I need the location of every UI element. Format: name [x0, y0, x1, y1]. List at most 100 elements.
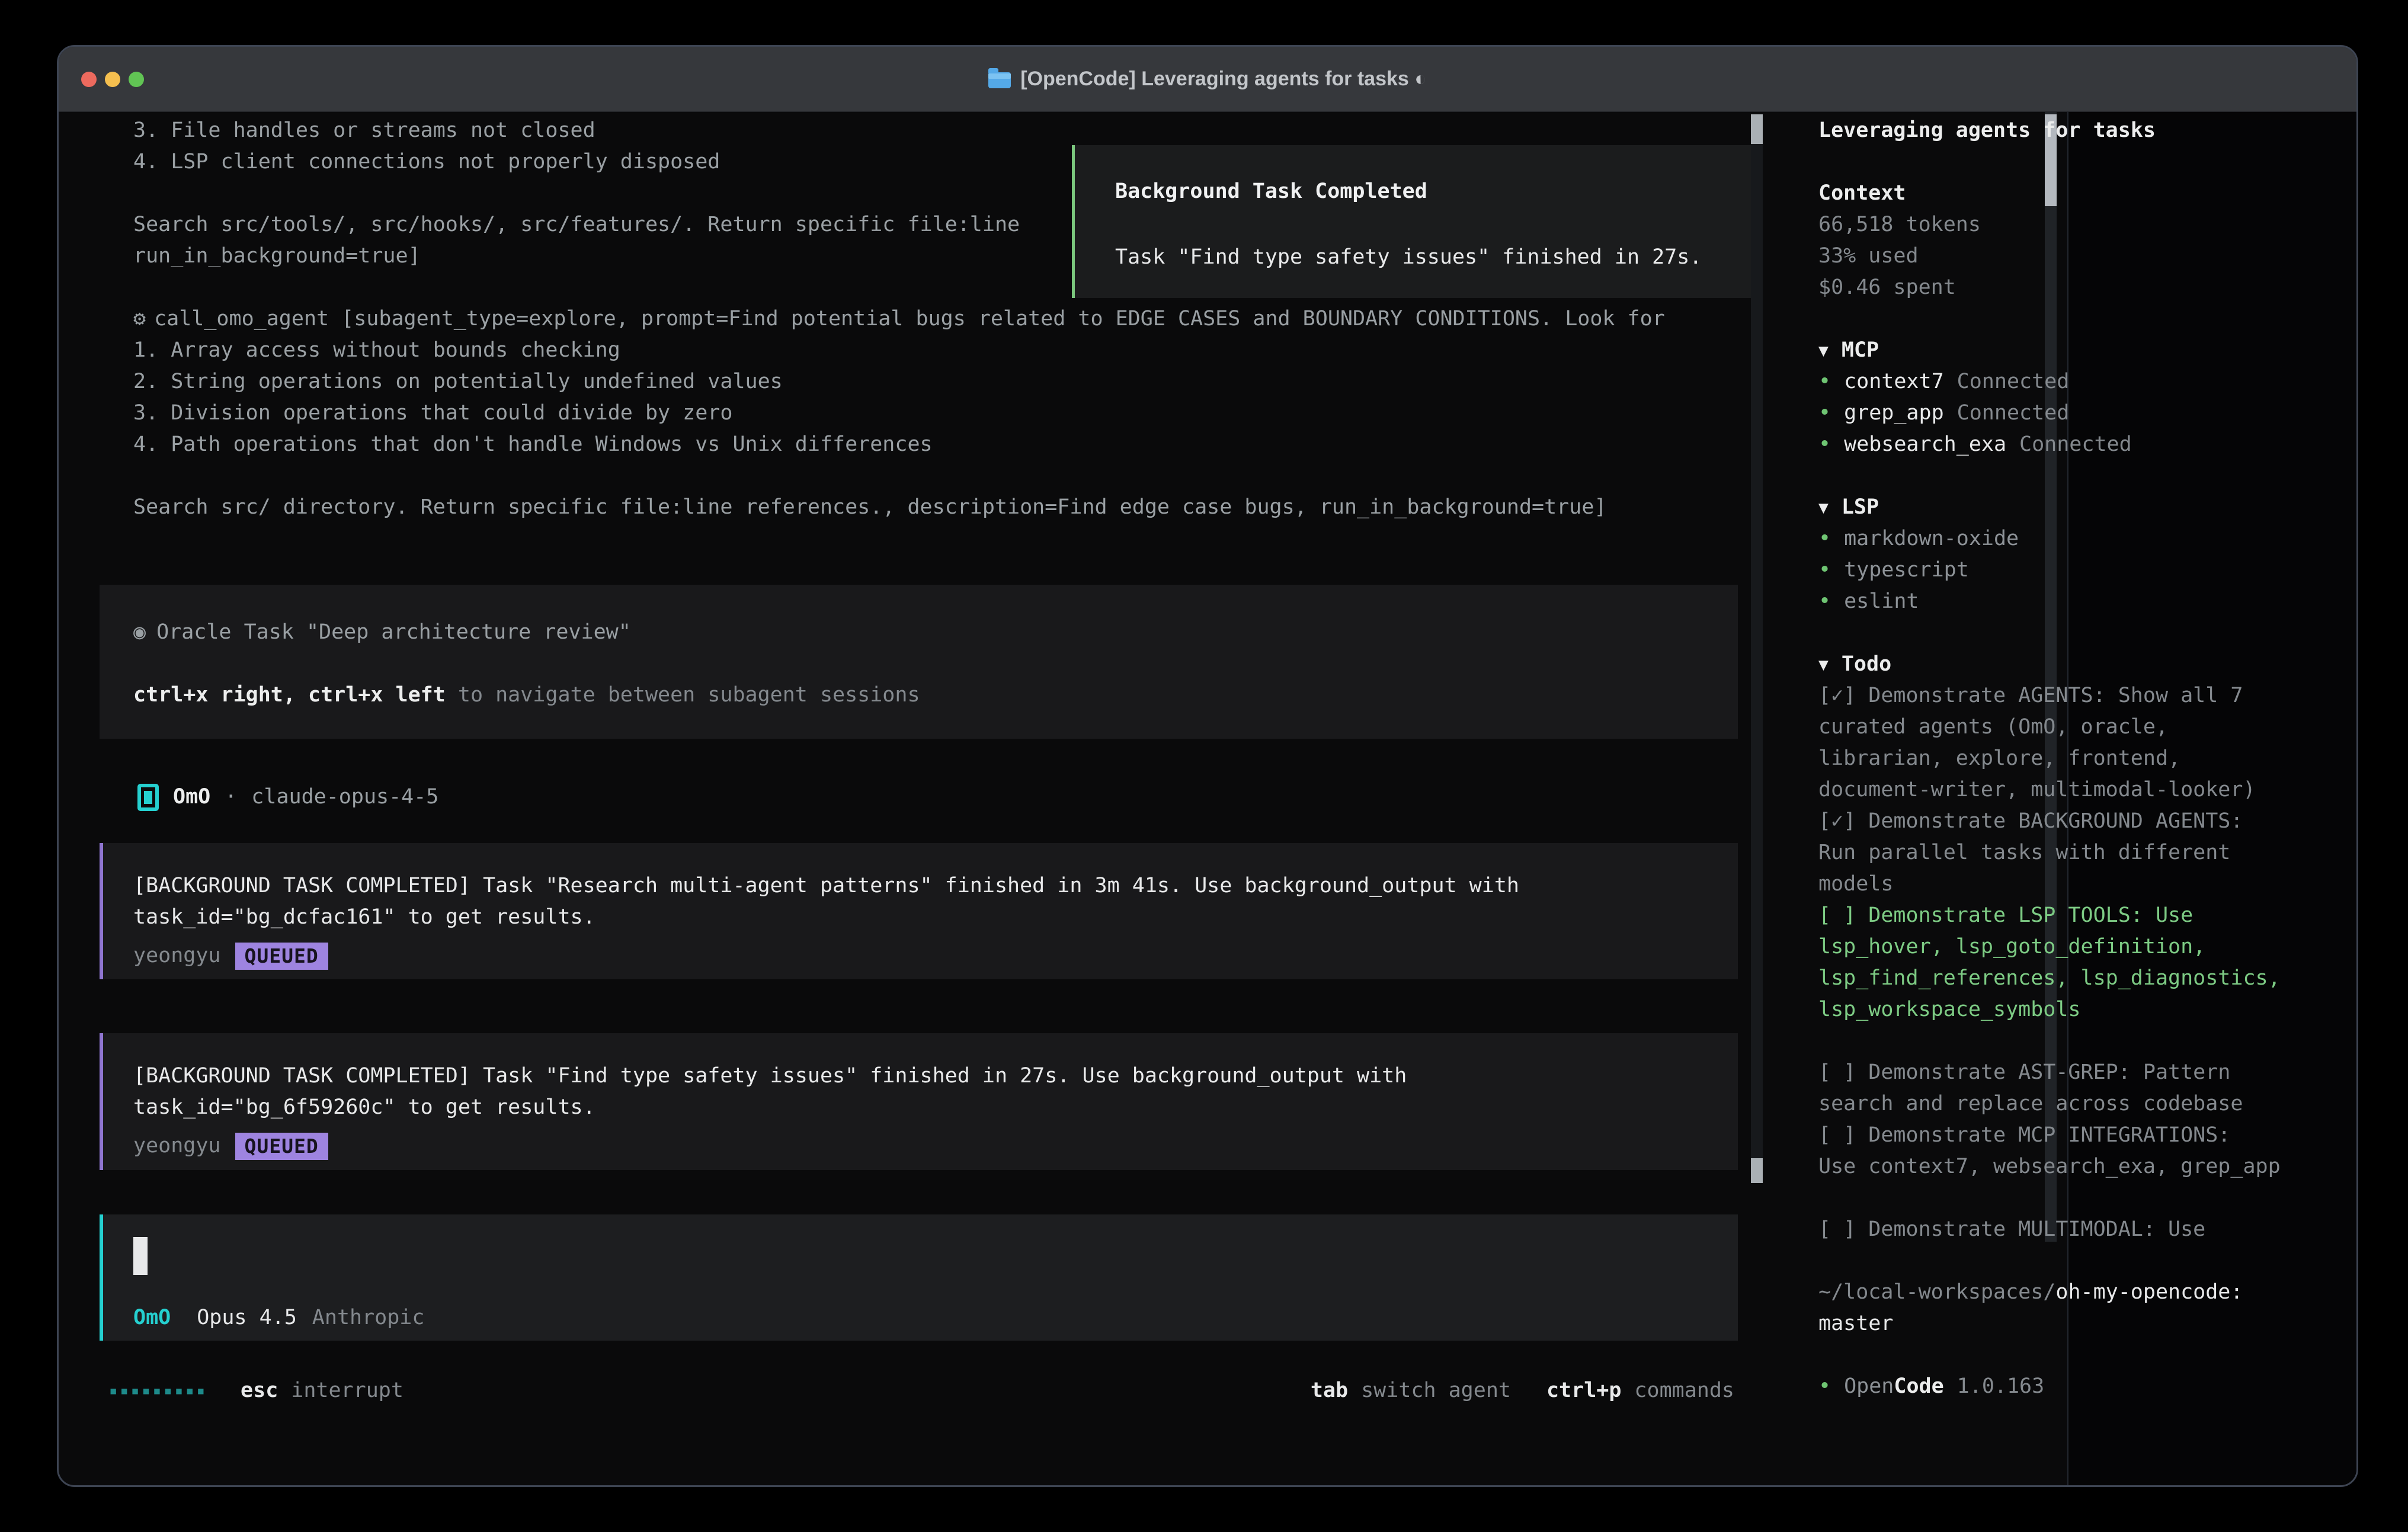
lsp-section-header[interactable]: ▼ LSP: [1818, 492, 2316, 523]
app-name: OpenCode: [1844, 1371, 1944, 1402]
todo-header-label: Todo: [1842, 649, 1891, 680]
folder-icon: [988, 72, 1011, 88]
separator-dot: ·: [225, 781, 237, 813]
lsp-header-label: LSP: [1842, 492, 1879, 523]
tool-call-text: call_omo_agent [subagent_type=explore, p…: [154, 303, 1665, 335]
prompt-input[interactable]: OmO Opus 4.5 Anthropic: [100, 1214, 1738, 1341]
window-controls: [81, 47, 144, 112]
todo-section-header[interactable]: ▼ Todo: [1818, 649, 2316, 680]
context-details: 66,518 tokens 33% used $0.46 spent: [1818, 209, 2316, 303]
session-title: Leveraging agents for tasks: [1818, 115, 2316, 146]
mcp-item-name: grep_app: [1844, 398, 1944, 429]
log-output-top: 3. File handles or streams not closed 4.…: [133, 115, 1020, 272]
status-bar: ▪▪▪▪▪▪▪▪▪ esc interrupt tab switch agent…: [109, 1375, 1734, 1406]
mcp-item-status: Connected: [1957, 366, 2070, 398]
tool-call-headline: ⚙ call_omo_agent [subagent_type=explore,…: [133, 303, 1665, 335]
app-name-light: Open: [1844, 1374, 1894, 1398]
workspace-path-prefix: ~/local-workspaces/: [1818, 1280, 2055, 1304]
minimize-button[interactable]: [105, 72, 120, 87]
lsp-item: • eslint: [1818, 586, 2316, 617]
esc-key-hint: esc: [241, 1375, 278, 1406]
toast-body: Task "Find type safety issues" finished …: [1115, 242, 1741, 273]
composer-agent[interactable]: OmO: [133, 1302, 171, 1334]
lsp-item-name: markdown-oxide: [1844, 523, 2019, 555]
chevron-down-icon: ▼: [1818, 335, 1829, 366]
version-row: • OpenCode 1.0.163: [1818, 1371, 2316, 1402]
mcp-item: • context7 Connected: [1818, 366, 2316, 398]
esc-action-label: interrupt: [291, 1375, 404, 1406]
lsp-item: • typescript: [1818, 555, 2316, 586]
hint-keybindings: ctrl+x right, ctrl+x left: [133, 683, 446, 707]
oracle-bullseye-icon: ◉: [133, 617, 146, 648]
mcp-item-status: Connected: [2019, 429, 2132, 460]
sidebar: Leveraging agents for tasks Context 66,5…: [1818, 115, 2316, 1402]
workspace-branch: master: [1818, 1308, 2316, 1339]
lsp-item-name: eslint: [1844, 586, 1919, 617]
gear-icon: ⚙: [133, 303, 146, 335]
title-group: [OpenCode] Leveraging agents for tasks ◐: [988, 68, 1427, 91]
agent-name: OmO: [173, 781, 210, 813]
bullet-icon: •: [1818, 523, 1831, 555]
toast-title: Background Task Completed: [1115, 176, 1741, 207]
main-scrollbar-track[interactable]: [1751, 114, 1763, 1183]
task-user: yeongyu: [133, 1130, 221, 1162]
agent-session-header: OmO · claude-opus-4-5: [137, 781, 438, 813]
commands-action-label: commands: [1634, 1375, 1734, 1406]
task-message-text: [BACKGROUND TASK COMPLETED] Task "Resear…: [133, 870, 1738, 933]
spinner-dots-icon: ▪▪▪▪▪▪▪▪▪: [109, 1375, 207, 1406]
titlebar[interactable]: [OpenCode] Leveraging agents for tasks ◐: [59, 47, 2356, 112]
mcp-item-name: context7: [1844, 366, 1944, 398]
background-task-message-1: [BACKGROUND TASK COMPLETED] Task "Resear…: [100, 843, 1738, 979]
tab-action-label: switch agent: [1361, 1375, 1511, 1406]
app-version: 1.0.163: [1957, 1371, 2045, 1402]
todo-done-items: [✓] Demonstrate AGENTS: Show all 7 curat…: [1818, 680, 2316, 900]
mcp-header-label: MCP: [1842, 335, 1879, 366]
status-badge: QUEUED: [235, 1133, 328, 1160]
subagent-nav-hint: ctrl+x right, ctrl+x left to navigate be…: [133, 680, 1738, 711]
main-scrollbar-thumb-top[interactable]: [1751, 114, 1763, 144]
oracle-task-title: Oracle Task "Deep architecture review": [156, 617, 631, 648]
mcp-item-status: Connected: [1957, 398, 2070, 429]
task-message-text: [BACKGROUND TASK COMPLETED] Task "Find t…: [133, 1060, 1738, 1123]
background-task-message-2: [BACKGROUND TASK COMPLETED] Task "Find t…: [100, 1033, 1738, 1170]
todo-pending-items: [ ] Demonstrate AST-GREP: Pattern search…: [1818, 1057, 2316, 1182]
tool-call-block: ⚙ call_omo_agent [subagent_type=explore,…: [133, 303, 1665, 523]
bullet-icon: •: [1818, 398, 1831, 429]
status-badge: QUEUED: [235, 943, 328, 970]
agent-model: claude-opus-4-5: [251, 781, 438, 813]
main-scrollbar-thumb-bottom[interactable]: [1751, 1158, 1763, 1183]
todo-active-item: [ ] Demonstrate LSP TOOLS: Use lsp_hover…: [1818, 900, 2316, 1025]
commands-key-hint: ctrl+p: [1546, 1375, 1621, 1406]
bullet-icon: •: [1818, 366, 1831, 398]
mcp-item: • grep_app Connected: [1818, 398, 2316, 429]
workspace-path: ~/local-workspaces/oh-my-opencode:: [1818, 1277, 2316, 1308]
bullet-icon: •: [1818, 555, 1831, 586]
task-user: yeongyu: [133, 940, 221, 972]
workspace-project: oh-my-opencode:: [2055, 1280, 2243, 1304]
maximize-button[interactable]: [129, 72, 144, 87]
mcp-section-header[interactable]: ▼ MCP: [1818, 335, 2316, 366]
app-window: [OpenCode] Leveraging agents for tasks ◐…: [57, 45, 2358, 1487]
mcp-item-name: websearch_exa: [1844, 429, 2006, 460]
bullet-icon: •: [1818, 429, 1831, 460]
lsp-item-name: typescript: [1844, 555, 1969, 586]
composer-provider: Anthropic: [312, 1302, 425, 1334]
window-title: [OpenCode] Leveraging agents for tasks ◐: [1020, 68, 1427, 91]
composer-model[interactable]: Opus 4.5: [197, 1302, 297, 1334]
chevron-down-icon: ▼: [1818, 649, 1829, 680]
chevron-down-icon: ▼: [1818, 492, 1829, 523]
oracle-task-banner: ◉ Oracle Task "Deep architecture review"…: [100, 585, 1738, 739]
background-task-toast: Background Task Completed Task "Find typ…: [1072, 145, 1756, 298]
text-cursor: [133, 1237, 148, 1275]
tool-call-body: 1. Array access without bounds checking …: [133, 335, 1665, 523]
tab-key-hint: tab: [1311, 1375, 1348, 1406]
lsp-item: • markdown-oxide: [1818, 523, 2316, 555]
close-button[interactable]: [81, 72, 97, 87]
agent-square-icon: [137, 784, 159, 811]
context-header: Context: [1818, 178, 2316, 209]
bullet-icon: •: [1818, 1371, 1831, 1402]
todo-pending-item: [ ] Demonstrate MULTIMODAL: Use: [1818, 1214, 2316, 1245]
bullet-icon: •: [1818, 586, 1831, 617]
hint-description: to navigate between subagent sessions: [446, 683, 920, 707]
mcp-item: • websearch_exa Connected: [1818, 429, 2316, 460]
